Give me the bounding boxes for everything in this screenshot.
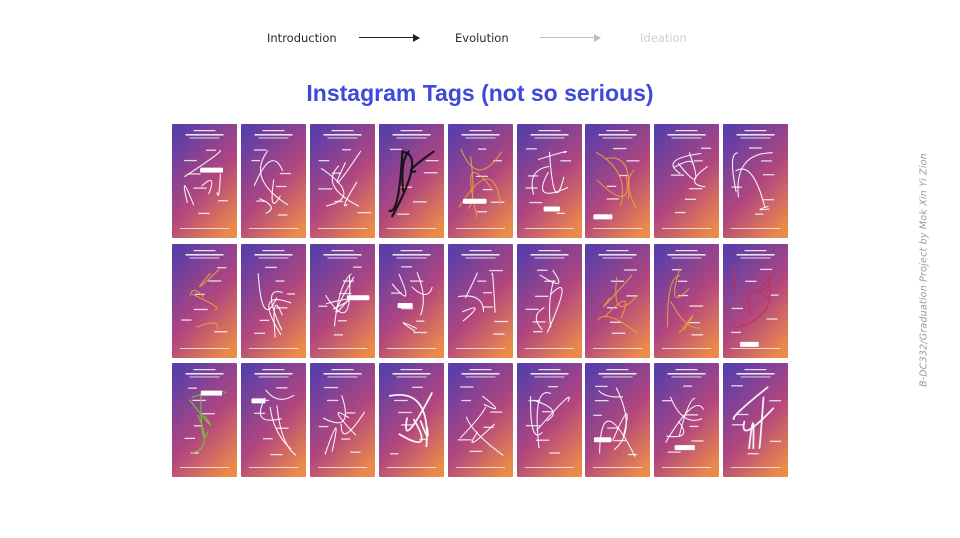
arrow-right-icon (359, 32, 420, 44)
story-thumbnail[interactable] (516, 363, 582, 477)
story-graphic (516, 124, 582, 238)
story-graphic (516, 243, 582, 358)
story-graphic (240, 124, 306, 238)
story-graphic (240, 243, 306, 358)
story-thumbnail[interactable] (172, 363, 237, 477)
story-graphic (447, 124, 513, 238)
story-thumbnail[interactable] (172, 243, 237, 358)
story-thumbnail[interactable] (378, 124, 444, 238)
story-graphic (654, 124, 720, 238)
story-graphic (723, 124, 789, 238)
story-thumbnail[interactable] (585, 124, 651, 238)
story-thumbnail[interactable] (723, 124, 789, 238)
story-thumbnail[interactable] (309, 363, 375, 477)
nav-step-evolution[interactable]: Evolution (455, 30, 509, 46)
story-graphic (378, 124, 444, 238)
story-graphic (378, 243, 444, 358)
story-thumbnail[interactable] (585, 243, 651, 358)
story-graphic (378, 363, 444, 477)
story-thumbnail-grid (172, 124, 789, 478)
story-graphic (309, 124, 375, 238)
story-thumbnail[interactable] (516, 243, 582, 358)
story-thumbnail[interactable] (378, 243, 444, 358)
nav-step-ideation[interactable]: Ideation (640, 30, 687, 46)
story-thumbnail[interactable] (447, 124, 513, 238)
story-thumbnail[interactable] (447, 243, 513, 358)
story-thumbnail[interactable] (516, 124, 582, 238)
story-graphic (585, 363, 651, 477)
nav-step-introduction[interactable]: Introduction (267, 30, 337, 46)
story-thumbnail[interactable] (309, 243, 375, 358)
arrow-right-icon (540, 32, 601, 44)
story-thumbnail[interactable] (654, 243, 720, 358)
story-graphic (447, 243, 513, 358)
story-graphic (516, 363, 582, 477)
story-thumbnail[interactable] (723, 243, 789, 358)
story-graphic (309, 363, 375, 477)
story-graphic (585, 243, 651, 358)
story-graphic (654, 363, 720, 477)
story-graphic (723, 243, 789, 358)
story-thumbnail[interactable] (585, 363, 651, 477)
story-thumbnail[interactable] (240, 124, 306, 238)
story-graphic (654, 243, 720, 358)
story-thumbnail[interactable] (378, 363, 444, 477)
story-thumbnail[interactable] (654, 363, 720, 477)
side-credit: B-DC332/Graduation Project by Mok Xin Yi… (918, 153, 930, 387)
page-title: Instagram Tags (not so serious) (306, 80, 654, 106)
story-thumbnail[interactable] (172, 124, 237, 238)
progress-nav: Introduction Evolution Ideation (0, 30, 960, 46)
story-graphic (172, 124, 237, 238)
story-thumbnail[interactable] (447, 363, 513, 477)
story-graphic (585, 124, 651, 238)
story-thumbnail[interactable] (240, 363, 306, 477)
story-thumbnail[interactable] (240, 243, 306, 358)
story-thumbnail[interactable] (654, 124, 720, 238)
story-graphic (723, 363, 789, 477)
story-graphic (447, 363, 513, 477)
story-graphic (172, 363, 237, 477)
story-thumbnail[interactable] (723, 363, 789, 477)
story-graphic (172, 243, 237, 358)
story-thumbnail[interactable] (309, 124, 375, 238)
story-graphic (309, 243, 375, 358)
story-graphic (240, 363, 306, 477)
